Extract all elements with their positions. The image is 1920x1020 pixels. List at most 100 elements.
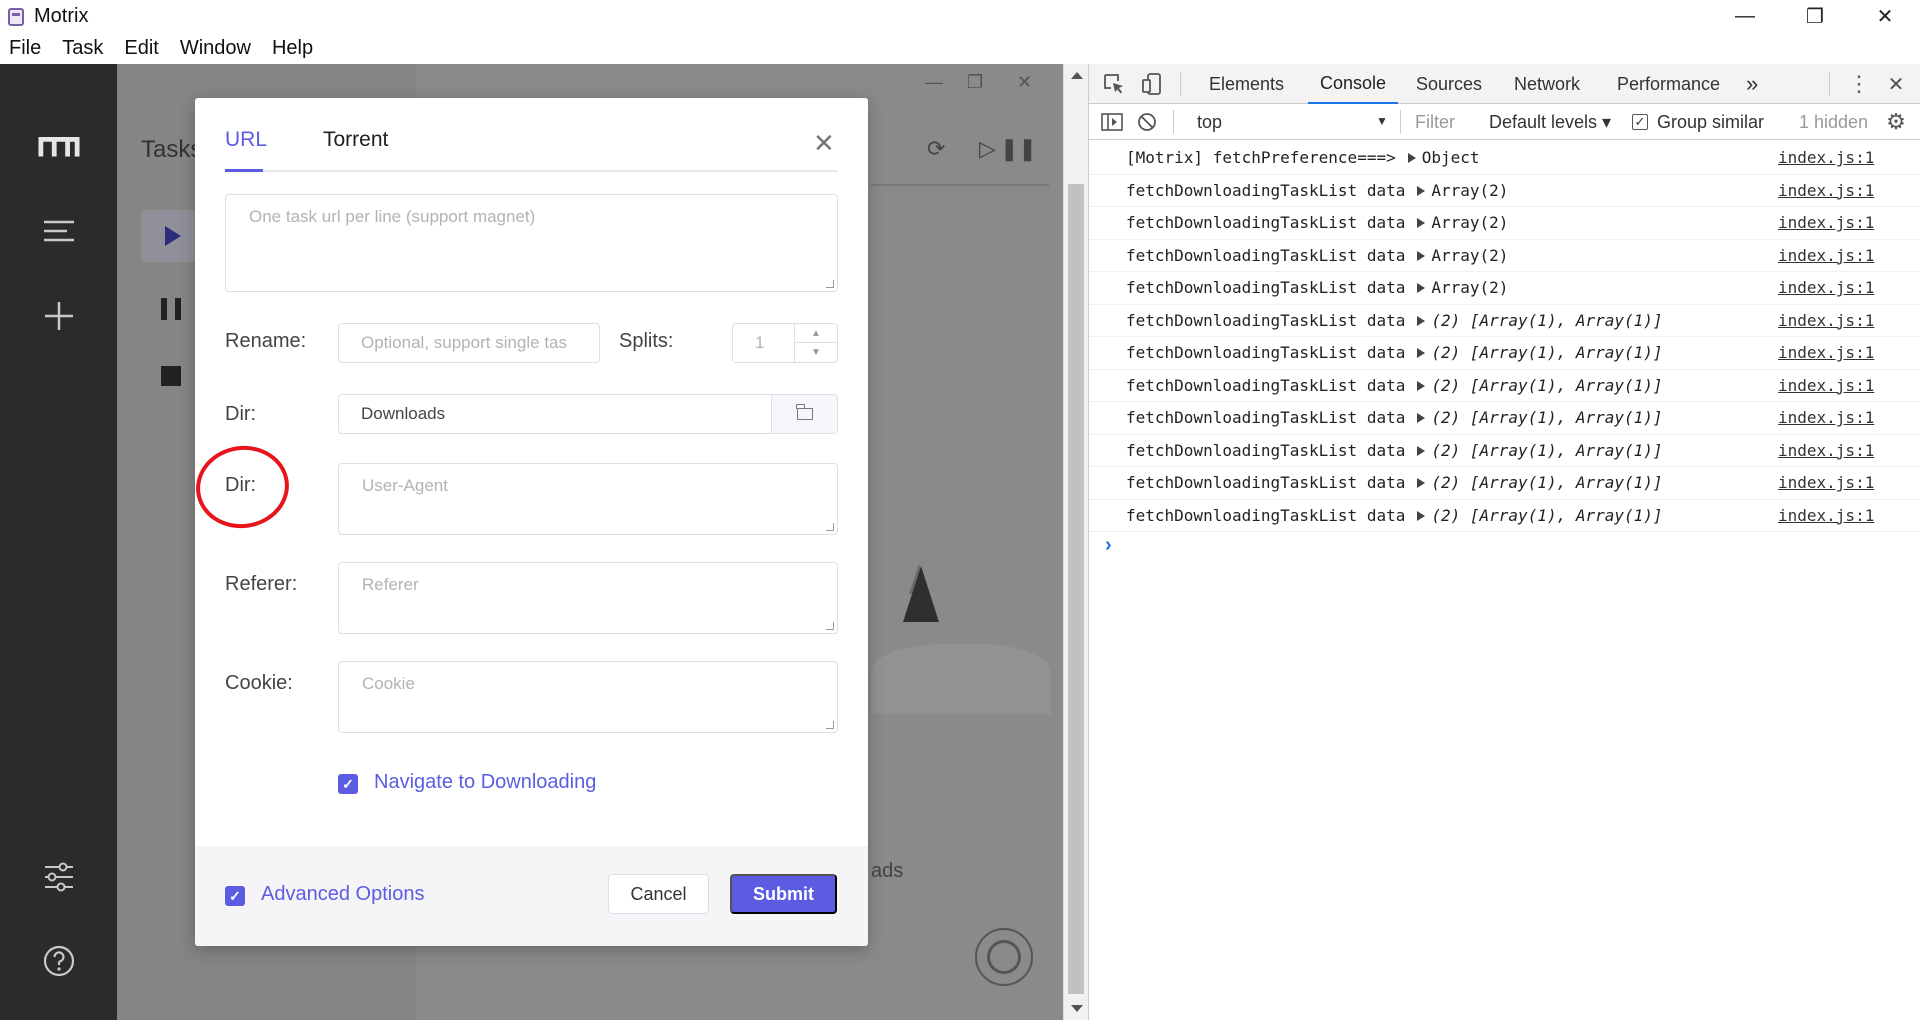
expand-triangle-icon[interactable]	[1417, 348, 1426, 359]
log-value[interactable]: Array(2)	[1431, 213, 1508, 232]
splits-stepper[interactable]: 1 ▲ ▼	[732, 323, 838, 363]
referer-textarea[interactable]: Referer	[338, 562, 838, 634]
restore-button[interactable]: ❐	[1780, 0, 1850, 33]
plus-icon[interactable]	[38, 295, 80, 337]
log-source-link[interactable]: index.js:1	[1778, 506, 1874, 525]
navigate-label[interactable]: Navigate to Downloading	[374, 771, 596, 794]
context-dropdown-icon[interactable]: ▼	[1376, 114, 1388, 128]
sub-close-icon[interactable]: ✕	[1017, 72, 1032, 93]
log-source-link[interactable]: index.js:1	[1778, 473, 1874, 492]
console-settings-gear-icon[interactable]: ⚙	[1884, 109, 1908, 134]
user-agent-textarea[interactable]: User-Agent	[338, 463, 838, 535]
expand-triangle-icon[interactable]	[1417, 510, 1426, 521]
log-source-link[interactable]: index.js:1	[1778, 246, 1874, 265]
resume-all-icon[interactable]: ▷	[979, 136, 996, 162]
log-value[interactable]: (2) [Array(1), Array(1)]	[1431, 408, 1662, 427]
m-logo-icon[interactable]	[38, 126, 80, 168]
expand-triangle-icon[interactable]	[1417, 218, 1426, 229]
menu-task[interactable]: Task	[62, 37, 103, 60]
toggle-sidebar-icon[interactable]	[1100, 110, 1124, 134]
devtools-tab-console[interactable]: Console	[1308, 64, 1399, 104]
more-tabs-icon[interactable]: »	[1746, 64, 1758, 104]
log-source-link[interactable]: index.js:1	[1778, 343, 1874, 362]
devtools-tab-network[interactable]: Network	[1514, 64, 1580, 104]
log-value[interactable]: Object	[1422, 148, 1480, 167]
expand-triangle-icon[interactable]	[1417, 413, 1426, 424]
cookie-textarea[interactable]: Cookie	[338, 661, 838, 733]
group-similar-checkbox[interactable]: ✓	[1632, 114, 1648, 130]
pause-all-icon[interactable]: ❚❚	[1000, 136, 1037, 162]
cancel-button[interactable]: Cancel	[608, 874, 709, 914]
sliders-icon[interactable]	[38, 856, 80, 898]
sub-restore-icon[interactable]: ❐	[967, 72, 983, 93]
group-similar-label[interactable]: Group similar	[1657, 112, 1764, 133]
tab-url[interactable]: URL	[225, 128, 267, 162]
expand-triangle-icon[interactable]	[1417, 380, 1426, 391]
execution-context-select[interactable]: top	[1197, 112, 1222, 133]
dir-input[interactable]: Downloads	[338, 394, 838, 434]
devtools-tab-performance[interactable]: Performance	[1617, 64, 1720, 104]
expand-triangle-icon[interactable]	[1417, 250, 1426, 261]
navigate-checkbox[interactable]: ✓	[338, 774, 358, 794]
expand-triangle-icon[interactable]	[1417, 445, 1426, 456]
menu-file[interactable]: File	[9, 37, 41, 60]
refresh-icon[interactable]: ⟳	[927, 136, 945, 162]
tab-torrent[interactable]: Torrent	[323, 128, 388, 162]
help-icon[interactable]	[38, 940, 80, 982]
console-filter-input[interactable]: Filter	[1409, 109, 1469, 135]
menu-edit[interactable]: Edit	[124, 37, 158, 60]
log-value[interactable]: (2) [Array(1), Array(1)]	[1431, 506, 1662, 525]
expand-triangle-icon[interactable]	[1417, 315, 1426, 326]
dialog-close-icon[interactable]: ✕	[813, 130, 835, 156]
inspect-element-icon[interactable]	[1102, 72, 1126, 96]
console-prompt-icon[interactable]: ›	[1105, 534, 1112, 557]
devtools-tab-elements[interactable]: Elements	[1209, 64, 1284, 104]
expand-triangle-icon[interactable]	[1417, 185, 1426, 196]
log-value[interactable]: Array(2)	[1431, 278, 1508, 297]
expand-triangle-icon[interactable]	[1407, 153, 1416, 164]
log-value[interactable]: Array(2)	[1431, 181, 1508, 200]
log-source-link[interactable]: index.js:1	[1778, 441, 1874, 460]
scroll-up-arrow-icon[interactable]	[1071, 72, 1083, 79]
rename-input[interactable]: Optional, support single tas	[338, 323, 600, 363]
kebab-menu-icon[interactable]: ⋮	[1847, 71, 1871, 96]
advanced-options-checkbox[interactable]: ✓	[225, 886, 245, 906]
log-value[interactable]: (2) [Array(1), Array(1)]	[1431, 376, 1662, 395]
list-icon[interactable]	[38, 210, 80, 252]
app-scrollbar[interactable]	[1063, 64, 1088, 1020]
log-source-link[interactable]: index.js:1	[1778, 311, 1874, 330]
expand-triangle-icon[interactable]	[1417, 283, 1426, 294]
devtools-tab-sources[interactable]: Sources	[1416, 64, 1482, 104]
decrement-icon[interactable]: ▼	[795, 343, 837, 362]
device-toolbar-icon[interactable]	[1140, 72, 1164, 96]
log-message: fetchDownloadingTaskList data	[1126, 213, 1406, 233]
scrollbar-thumb[interactable]	[1068, 184, 1084, 994]
speedometer-icon[interactable]	[975, 928, 1033, 986]
log-value[interactable]: Array(2)	[1431, 246, 1508, 265]
increment-icon[interactable]: ▲	[795, 324, 837, 343]
advanced-options-label[interactable]: Advanced Options	[261, 883, 424, 906]
minimize-button[interactable]: —	[1710, 0, 1780, 33]
menu-window[interactable]: Window	[180, 37, 251, 60]
log-source-link[interactable]: index.js:1	[1778, 408, 1874, 427]
log-value[interactable]: (2) [Array(1), Array(1)]	[1431, 311, 1662, 330]
sub-minimize-icon[interactable]: —	[925, 72, 943, 93]
log-value[interactable]: (2) [Array(1), Array(1)]	[1431, 343, 1662, 362]
choose-folder-button[interactable]	[771, 395, 837, 433]
submit-button[interactable]: Submit	[730, 874, 837, 914]
log-value[interactable]: (2) [Array(1), Array(1)]	[1431, 473, 1662, 492]
clear-console-icon[interactable]	[1135, 110, 1159, 134]
log-levels-select[interactable]: Default levels ▾	[1489, 112, 1611, 133]
close-window-button[interactable]: ✕	[1850, 0, 1920, 33]
log-source-link[interactable]: index.js:1	[1778, 213, 1874, 232]
log-source-link[interactable]: index.js:1	[1778, 278, 1874, 297]
menu-help[interactable]: Help	[272, 37, 313, 60]
close-devtools-icon[interactable]: ✕	[1884, 72, 1908, 96]
scroll-down-arrow-icon[interactable]	[1071, 1005, 1083, 1012]
log-source-link[interactable]: index.js:1	[1778, 181, 1874, 200]
log-source-link[interactable]: index.js:1	[1778, 148, 1874, 167]
url-textarea[interactable]: One task url per line (support magnet)	[225, 194, 838, 292]
expand-triangle-icon[interactable]	[1417, 478, 1426, 489]
log-source-link[interactable]: index.js:1	[1778, 376, 1874, 395]
log-value[interactable]: (2) [Array(1), Array(1)]	[1431, 441, 1662, 460]
